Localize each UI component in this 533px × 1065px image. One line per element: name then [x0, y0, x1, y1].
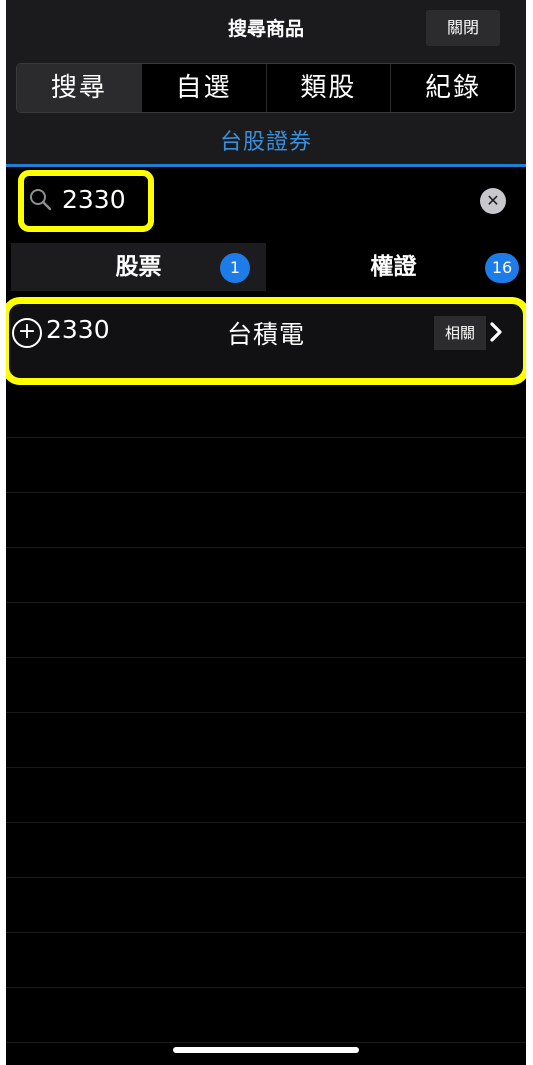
header-bar: 搜尋商品 關閉 — [6, 0, 526, 56]
count-badge-warrants: 16 — [485, 253, 519, 283]
home-indicator[interactable] — [173, 1047, 359, 1053]
tab-history[interactable]: 紀錄 — [391, 64, 515, 112]
empty-list-row — [6, 988, 526, 1043]
close-button[interactable]: 關閉 — [426, 10, 500, 46]
empty-list-row — [6, 878, 526, 933]
segmented-tabs: 搜尋 自選 類股 紀錄 — [16, 63, 516, 113]
app-screen: 搜尋商品 關閉 搜尋 自選 類股 紀錄 台股證券 ✕ 股票 1 權證 16 + — [6, 0, 526, 1065]
related-button[interactable]: 相關 — [434, 316, 486, 350]
market-selector[interactable]: 台股證券 — [6, 120, 526, 167]
category-tab-stocks[interactable]: 股票 1 — [11, 243, 266, 291]
tabs-bar: 搜尋 自選 類股 紀錄 — [6, 56, 526, 120]
clear-icon[interactable]: ✕ — [480, 188, 506, 214]
search-icon — [30, 189, 52, 211]
empty-list-row — [6, 438, 526, 493]
category-tabs: 股票 1 權證 16 — [11, 243, 521, 291]
empty-result-list — [6, 383, 526, 1043]
category-label-stocks: 股票 — [115, 254, 162, 280]
search-input[interactable] — [62, 179, 152, 219]
category-tab-warrants[interactable]: 權證 16 — [266, 243, 521, 291]
empty-list-row — [6, 603, 526, 658]
empty-list-row — [6, 713, 526, 768]
empty-list-row — [6, 383, 526, 438]
count-badge-stocks: 1 — [220, 253, 250, 283]
result-row[interactable]: + 2330 台積電 相關 — [6, 297, 526, 385]
tab-watchlist[interactable]: 自選 — [142, 64, 267, 112]
tab-sectors[interactable]: 類股 — [267, 64, 392, 112]
empty-list-row — [6, 823, 526, 878]
empty-list-row — [6, 658, 526, 713]
empty-list-row — [6, 933, 526, 988]
category-label-warrants: 權證 — [370, 254, 417, 280]
search-bar: ✕ — [6, 167, 526, 243]
tab-search[interactable]: 搜尋 — [17, 64, 142, 112]
empty-list-row — [6, 768, 526, 823]
empty-list-row — [6, 548, 526, 603]
chevron-right-icon[interactable] — [488, 320, 504, 344]
empty-list-row — [6, 493, 526, 548]
